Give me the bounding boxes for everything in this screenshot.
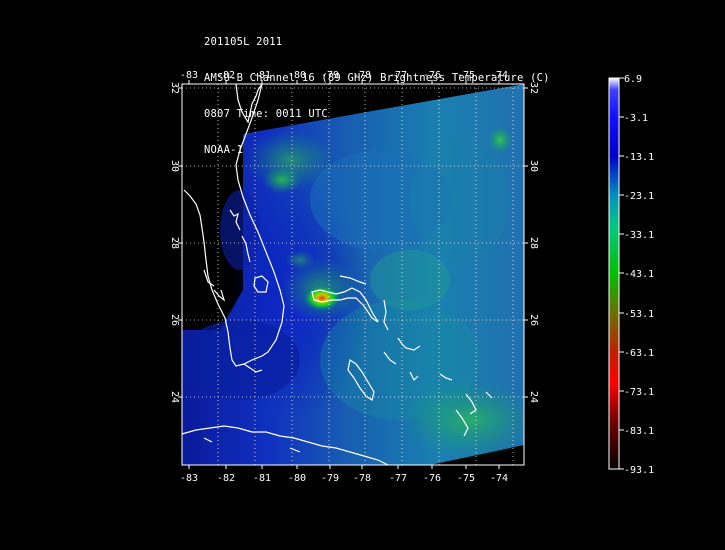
brightness-temperature-swath [182,84,524,465]
satellite-map: -83 -82 -81 -80 -79 -78 -77 -76 -75 -74 … [169,70,654,484]
lon-label-top: -80 [288,70,306,81]
lat-label-left: 28 [169,237,180,249]
lat-label-left: 30 [169,160,180,172]
colorbar-label: -13.1 [624,152,654,163]
lat-label-left: 32 [169,82,180,94]
lon-labels-bottom: -83 -82 -81 -80 -79 -78 -77 -76 -75 -74 [180,473,508,484]
lat-label-right: 30 [528,160,539,172]
colorbar-label: -73.1 [624,387,654,398]
lon-label-top: -78 [353,70,371,81]
colorbar-label: -43.1 [624,269,654,280]
lat-label-left: 26 [169,314,180,326]
lon-label-bottom: -77 [389,473,407,484]
lon-label-bottom: -81 [253,473,271,484]
lon-label-top: -79 [321,70,339,81]
lat-labels-left: 32 30 28 26 24 [169,82,180,403]
lon-label-bottom: -74 [490,473,508,484]
colorbar-label: -63.1 [624,348,654,359]
colorbar-labels: 6.9 -3.1 -13.1 -23.1 -33.1 -43.1 -53.1 -… [624,74,654,476]
lat-label-left: 24 [169,391,180,403]
lon-label-bottom: -83 [180,473,198,484]
lon-label-bottom: -76 [423,473,441,484]
lon-label-top: -82 [217,70,235,81]
colorbar [609,78,619,469]
lon-label-bottom: -82 [217,473,235,484]
lon-label-bottom: -78 [353,473,371,484]
colorbar-label: -53.1 [624,309,654,320]
lon-label-bottom: -75 [457,473,475,484]
lon-label-top: -83 [180,70,198,81]
lat-label-right: 26 [528,314,539,326]
lat-label-right: 24 [528,391,539,403]
colorbar-label: -33.1 [624,230,654,241]
lon-label-top: -74 [490,70,508,81]
lat-label-right: 32 [528,82,539,94]
lon-labels-top: -83 -82 -81 -80 -79 -78 -77 -76 -75 -74 [180,70,508,81]
colorbar-label: -93.1 [624,465,654,476]
lon-label-top: -76 [423,70,441,81]
lon-label-top: -81 [253,70,271,81]
lat-labels-right: 32 30 28 26 24 [528,82,539,403]
colorbar-label: -83.1 [624,426,654,437]
lat-label-right: 28 [528,237,539,249]
lon-label-top: -77 [389,70,407,81]
colorbar-label: -3.1 [624,113,648,124]
colorbar-label: 6.9 [624,74,642,85]
colorbar-label: -23.1 [624,191,654,202]
lon-label-bottom: -80 [288,473,306,484]
lon-label-bottom: -79 [321,473,339,484]
lon-label-top: -75 [457,70,475,81]
